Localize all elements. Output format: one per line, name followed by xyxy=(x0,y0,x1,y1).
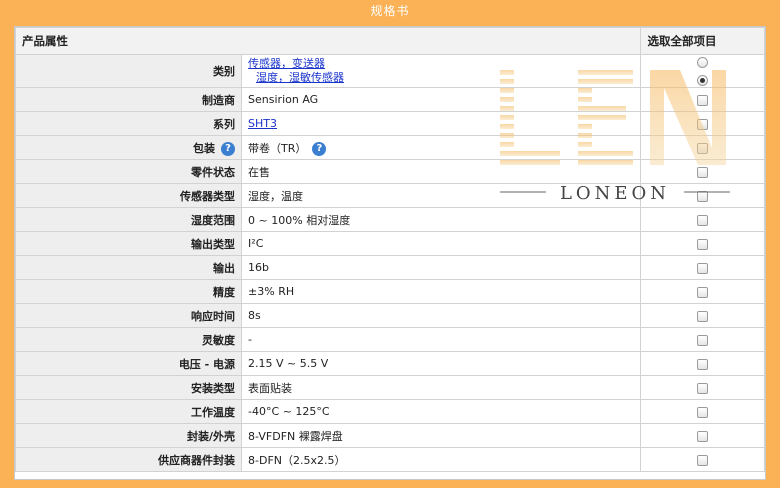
row-value-response-time: 8s xyxy=(241,303,642,328)
select-all-label: 选取全部项目 xyxy=(640,27,765,55)
attributes-table: 产品属性 选取全部项目 类别 传感器，变送器 湿度，湿敏传感器 制造商 Sens… xyxy=(15,27,765,472)
product-attributes-panel: 产品属性 选取全部项目 类别 传感器，变送器 湿度，湿敏传感器 制造商 Sens… xyxy=(14,26,766,480)
row-value-output-type: I²C xyxy=(241,231,642,256)
row-label-supply-voltage: 电压 - 电源 xyxy=(15,351,243,376)
row-value-package-case: 8-VFDFN 裸露焊盘 xyxy=(241,423,642,448)
row-checkbox-supplier-package[interactable] xyxy=(697,454,709,466)
table-row: 灵敏度 - xyxy=(15,327,765,352)
row-label-supplier-package: 供应商器件封装 xyxy=(15,447,243,472)
table-row: 电压 - 电源 2.15 V ~ 5.5 V xyxy=(15,351,765,376)
row-checkbox-package-case[interactable] xyxy=(697,430,709,442)
row-select-category xyxy=(640,54,765,88)
table-row: 供应商器件封装 8-DFN（2.5x2.5） xyxy=(15,447,765,472)
table-row: 响应时间 8s xyxy=(15,303,765,328)
page-banner: 规格书 xyxy=(370,4,410,18)
row-value-supplier-package: 8-DFN（2.5x2.5） xyxy=(241,447,642,472)
packaging-label-text: 包装 xyxy=(193,141,216,155)
table-row: 输出 16b xyxy=(15,255,765,280)
table-header-row: 产品属性 选取全部项目 xyxy=(15,27,765,55)
table-title: 产品属性 xyxy=(15,27,642,55)
row-label-manufacturer: 制造商 xyxy=(15,87,243,112)
row-label-response-time: 响应时间 xyxy=(15,303,243,328)
row-checkbox-accuracy[interactable] xyxy=(697,286,709,298)
row-value-category: 传感器，变送器 湿度，湿敏传感器 xyxy=(241,54,642,88)
row-label-category: 类别 xyxy=(15,54,243,88)
row-checkbox-response-time[interactable] xyxy=(697,310,709,322)
packaging-value-text: 带卷（TR） xyxy=(248,141,307,155)
row-value-manufacturer: Sensirion AG xyxy=(241,87,642,112)
row-label-sensitivity: 灵敏度 xyxy=(15,327,243,352)
row-checkbox-supply-voltage[interactable] xyxy=(697,358,709,370)
row-checkbox-part-status[interactable] xyxy=(697,166,709,178)
row-value-output: 16b xyxy=(241,255,642,280)
row-value-supply-voltage: 2.15 V ~ 5.5 V xyxy=(241,351,642,376)
row-label-part-status: 零件状态 xyxy=(15,159,243,184)
table-row: 系列 SHT3 xyxy=(15,111,765,136)
row-label-packaging: 包装? xyxy=(15,135,243,160)
table-row: 工作温度 -40°C ~ 125°C xyxy=(15,399,765,424)
table-row: 输出类型 I²C xyxy=(15,231,765,256)
row-label-series: 系列 xyxy=(15,111,243,136)
row-checkbox-sensor-type[interactable] xyxy=(697,190,709,202)
row-value-packaging: 带卷（TR）? xyxy=(241,135,642,160)
row-value-operating-temp: -40°C ~ 125°C xyxy=(241,399,642,424)
row-label-operating-temp: 工作温度 xyxy=(15,399,243,424)
row-checkbox-operating-temp[interactable] xyxy=(697,406,709,418)
row-label-package-case: 封装/外壳 xyxy=(15,423,243,448)
row-label-mounting-type: 安装类型 xyxy=(15,375,243,400)
table-row: 精度 ±3% RH xyxy=(15,279,765,304)
row-label-humidity-range: 湿度范围 xyxy=(15,207,243,232)
row-label-output: 输出 xyxy=(15,255,243,280)
help-circle-icon[interactable]: ? xyxy=(312,141,327,156)
category-radio-humidity[interactable] xyxy=(697,74,709,86)
table-row: 制造商 Sensirion AG xyxy=(15,87,765,112)
table-row: 安装类型 表面贴装 xyxy=(15,375,765,400)
category-link-sensors[interactable]: 传感器，变送器 xyxy=(248,57,325,70)
row-checkbox-series[interactable] xyxy=(697,118,709,130)
help-circle-icon[interactable]: ? xyxy=(221,141,236,156)
row-checkbox-mounting-type[interactable] xyxy=(697,382,709,394)
row-checkbox-output-type[interactable] xyxy=(697,238,709,250)
row-label-accuracy: 精度 xyxy=(15,279,243,304)
table-row: 传感器类型 湿度，温度 xyxy=(15,183,765,208)
series-link[interactable]: SHT3 xyxy=(248,117,277,130)
row-checkbox-manufacturer[interactable] xyxy=(697,94,709,106)
row-checkbox-humidity-range[interactable] xyxy=(697,214,709,226)
row-value-sensitivity: - xyxy=(241,327,642,352)
row-value-humidity-range: 0 ~ 100% 相对湿度 xyxy=(241,207,642,232)
category-radio-sensors[interactable] xyxy=(697,56,709,68)
row-checkbox-packaging[interactable] xyxy=(697,142,709,154)
row-checkbox-output[interactable] xyxy=(697,262,709,274)
row-value-mounting-type: 表面贴装 xyxy=(241,375,642,400)
table-row: 湿度范围 0 ~ 100% 相对湿度 xyxy=(15,207,765,232)
table-row: 封装/外壳 8-VFDFN 裸露焊盘 xyxy=(15,423,765,448)
category-link-humidity[interactable]: 湿度，湿敏传感器 xyxy=(256,71,344,84)
row-value-sensor-type: 湿度，温度 xyxy=(241,183,642,208)
row-value-accuracy: ±3% RH xyxy=(241,279,642,304)
row-checkbox-sensitivity[interactable] xyxy=(697,334,709,346)
table-row: 零件状态 在售 xyxy=(15,159,765,184)
row-label-sensor-type: 传感器类型 xyxy=(15,183,243,208)
row-label-output-type: 输出类型 xyxy=(15,231,243,256)
row-value-part-status: 在售 xyxy=(241,159,642,184)
table-row: 包装? 带卷（TR）? xyxy=(15,135,765,160)
table-row: 类别 传感器，变送器 湿度，湿敏传感器 xyxy=(15,54,765,88)
